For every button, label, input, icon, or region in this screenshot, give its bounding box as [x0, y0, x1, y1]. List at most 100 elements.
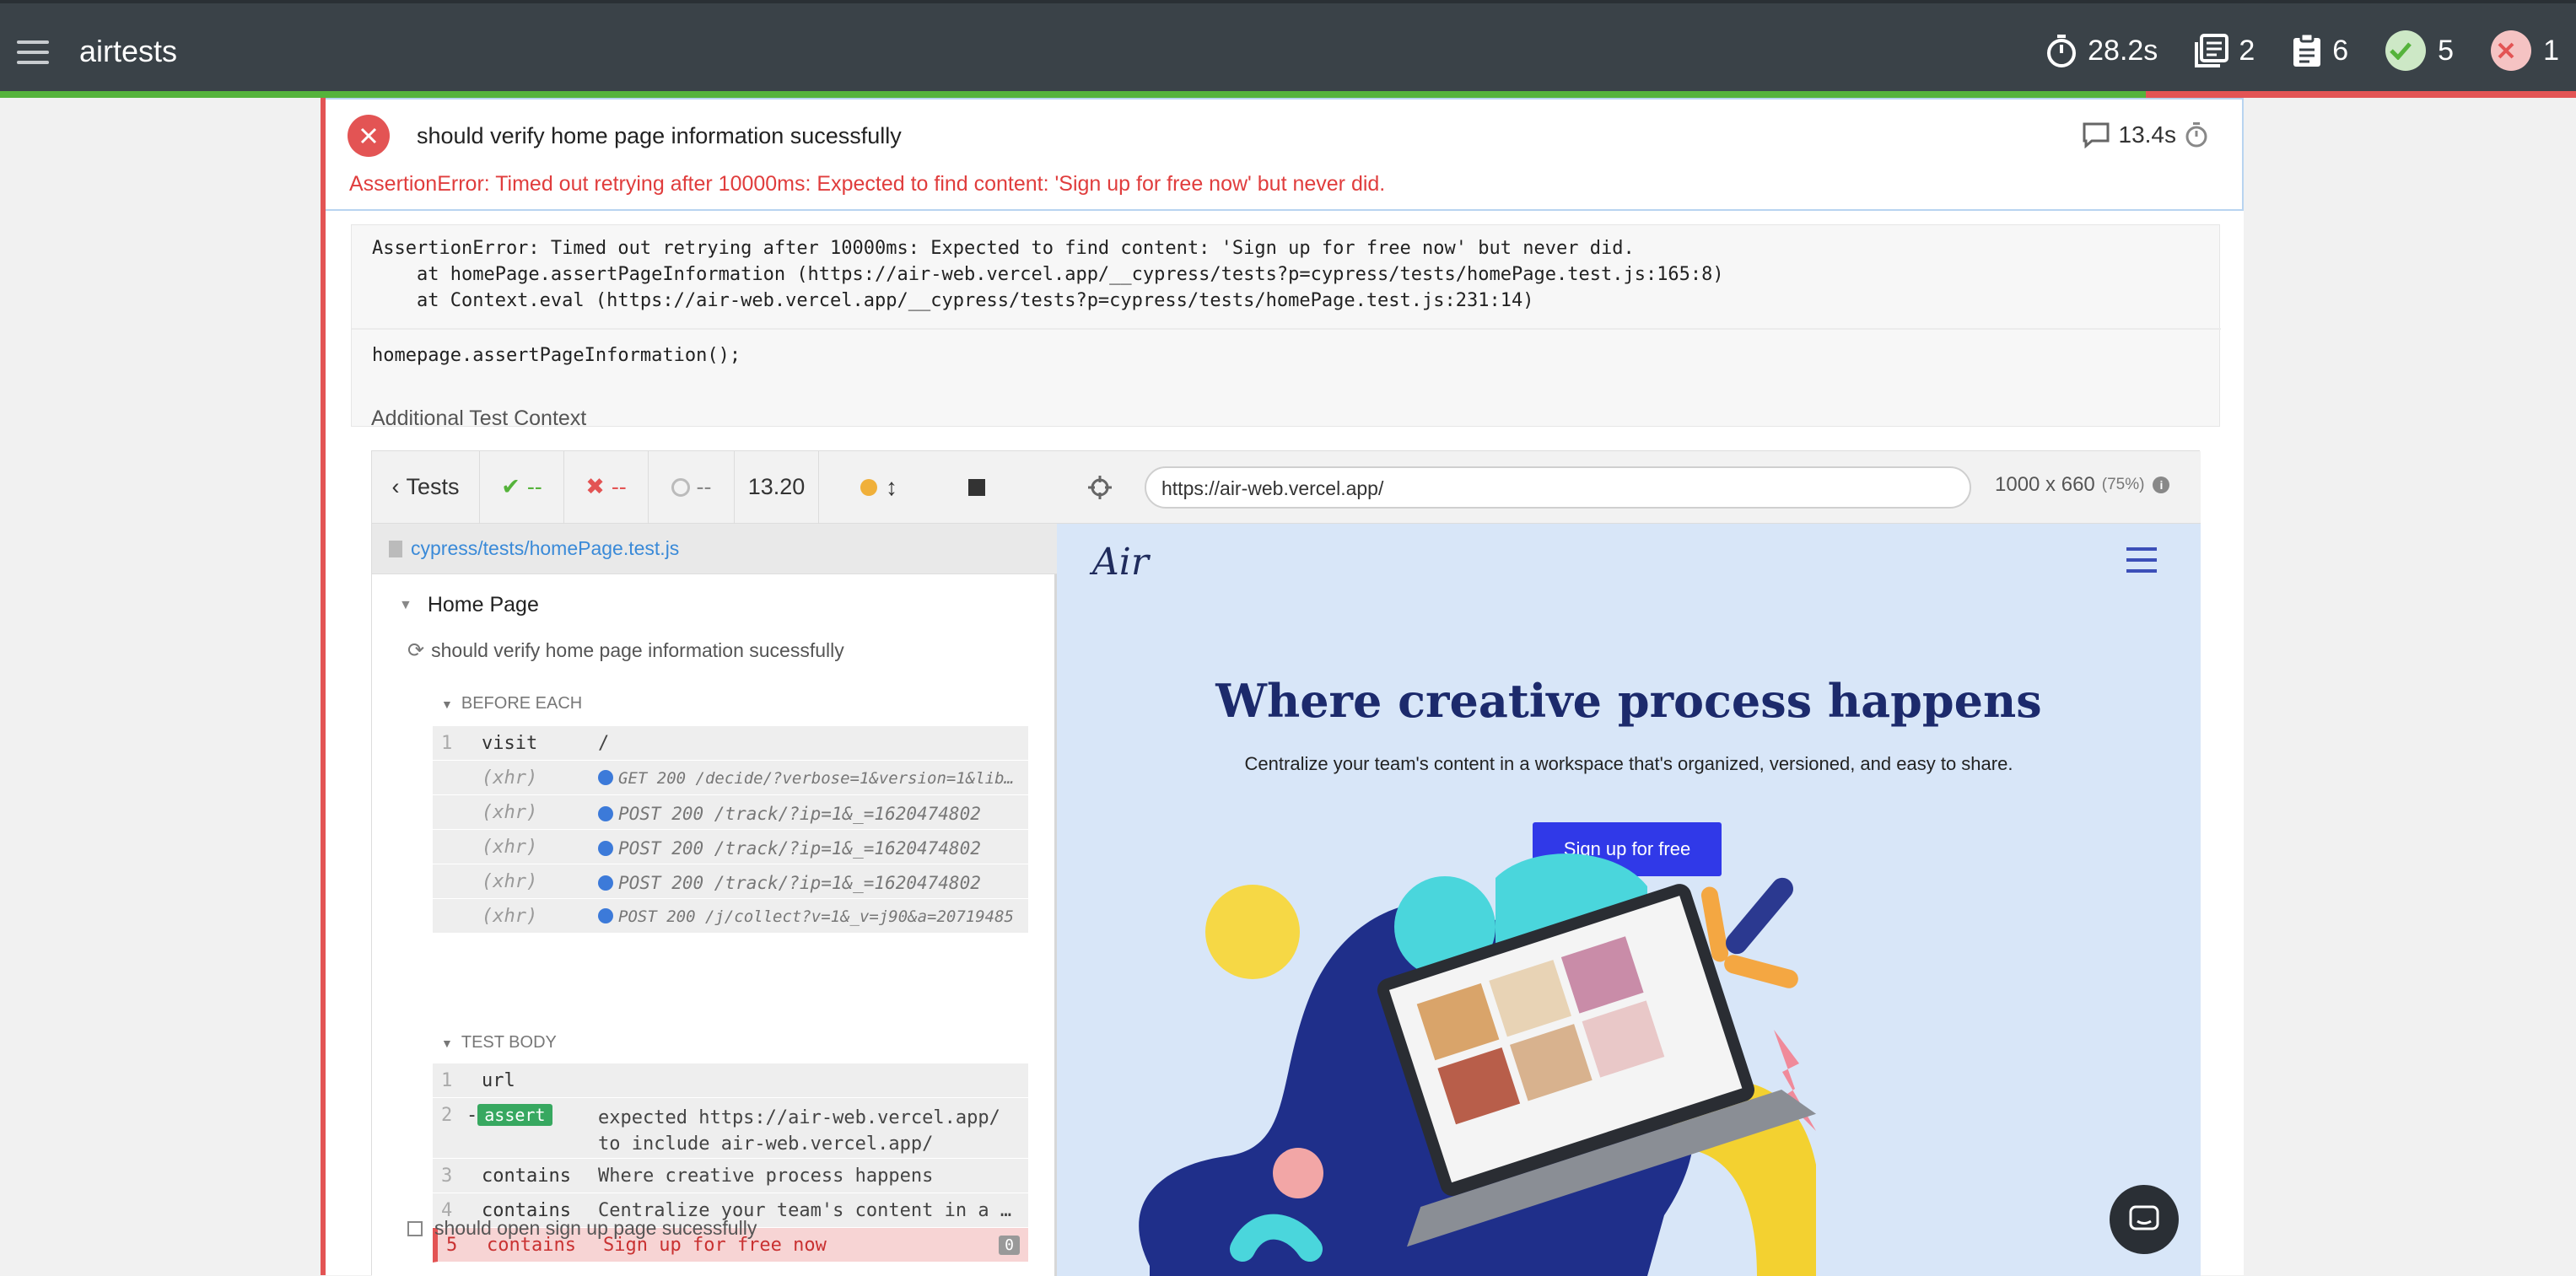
test-checkbox[interactable] [407, 1220, 423, 1236]
chat-icon [2129, 1205, 2159, 1230]
x-icon: ✖ [585, 474, 605, 499]
command-number: 1 [441, 733, 453, 754]
suite-title[interactable]: ▼ Home Page [399, 593, 539, 617]
assert-line-1: expected https://air-web.vercel.app/ [598, 1107, 1000, 1128]
passed-count: 5 [2438, 34, 2455, 67]
command-message: POST 200 /j/collect?v=1&_v=j90&a=2071948… [598, 907, 1020, 926]
run-progress-bar [0, 91, 2576, 98]
runner-test-title: should verify home page information suce… [431, 639, 844, 661]
clipboard-icon [2293, 33, 2321, 67]
tests-stat: 6 [2292, 33, 2348, 68]
stopwatch-icon [2047, 35, 2077, 67]
command-name: visit [482, 733, 538, 754]
xhr-row[interactable]: (xhr) POST 200 /track/?ip=1&_=1620474802 [433, 830, 1028, 864]
aut-url-input[interactable]: https://air-web.vercel.app/ [1145, 466, 1971, 509]
command-row[interactable]: 1 url [433, 1063, 1028, 1098]
spec-file-bar: cypress/tests/homePage.test.js [372, 524, 1057, 574]
reporter-pane: ‹ Tests ✔ -- ✖ -- -- 13.20 ↕ cypress/tes… [372, 450, 1057, 1276]
xhr-dot-icon [598, 908, 613, 923]
suite-label: Home Page [427, 593, 539, 616]
stack-trace-block: AssertionError: Timed out retrying after… [351, 224, 2221, 427]
xhr-row[interactable]: (xhr) POST 200 /j/collect?v=1&_v=j90&a=2… [433, 899, 1028, 934]
command-message: Where creative process happens [598, 1166, 934, 1187]
autoscroll-icon[interactable]: ↕ [886, 474, 897, 501]
comment-icon[interactable] [2082, 121, 2110, 148]
xhr-row[interactable]: (xhr) POST 200 /track/?ip=1&_=1620474802 [433, 795, 1028, 830]
viewport-scale: (75%) [2101, 476, 2145, 493]
duration-value: 28.2s [2088, 34, 2158, 67]
specs-stat: 2 [2195, 34, 2255, 67]
test-title-row[interactable]: ⟳ should verify home page information su… [407, 638, 844, 663]
failed-stat: 1 [2491, 30, 2559, 71]
reporter-toolbar: ‹ Tests ✔ -- ✖ -- -- 13.20 ↕ [372, 450, 1057, 524]
app-under-test: Air Where creative process happens Centr… [1057, 524, 2201, 1276]
spec-file-link[interactable]: cypress/tests/homePage.test.js [411, 537, 679, 560]
passed-counter-value: -- [526, 474, 542, 499]
progress-pass-fill [0, 91, 2146, 98]
command-message: / [598, 733, 610, 754]
command-name: url [482, 1070, 515, 1091]
test-duration-value: 13.4s [2118, 121, 2177, 148]
hero-illustration [1139, 853, 1817, 1276]
code-frame: homepage.assertPageInformation(); [372, 345, 741, 366]
command-row[interactable]: 1 visit / [433, 726, 1028, 761]
command-name: (xhr) [482, 871, 538, 892]
test-body-hook[interactable]: ▼ TEST BODY [441, 1033, 557, 1053]
assert-row[interactable]: 2 - assert expected https://air-web.verce… [433, 1098, 1028, 1159]
command-name: (xhr) [482, 802, 538, 823]
failed-counter: ✖ -- [564, 450, 649, 524]
command-name: (xhr) [482, 767, 538, 789]
command-row[interactable]: 3 contains Where creative process happen… [433, 1159, 1028, 1193]
selector-playground-icon[interactable] [1087, 475, 1113, 500]
runner-controls: ↕ [819, 451, 939, 524]
command-name: - assert [466, 1104, 552, 1126]
tests-back-button[interactable]: ‹ Tests [372, 450, 480, 524]
divider [352, 328, 2221, 330]
top-header: airtests 28.2s 2 6 5 1 [0, 0, 2576, 91]
error-message: AssertionError: Timed out retrying after… [349, 172, 1386, 196]
info-icon[interactable]: i [2153, 476, 2170, 493]
next-test-row[interactable]: should open sign up page sucessfully [407, 1217, 757, 1240]
test-header[interactable]: should verify home page information suce… [326, 98, 2244, 211]
pending-circle-icon [671, 477, 690, 497]
test-duration: 13.4s [2073, 121, 2218, 148]
before-each-label: BEFORE EACH [461, 694, 583, 713]
chevron-left-icon: ‹ [391, 474, 400, 499]
stack-trace: AssertionError: Timed out retrying after… [372, 238, 1724, 311]
failed-counter-value: -- [611, 474, 627, 499]
command-message: POST 200 /track/?ip=1&_=1620474802 [598, 804, 1020, 824]
xhr-dot-icon [598, 841, 613, 856]
additional-context-title: Additional Test Context [371, 406, 587, 430]
failed-status-icon [348, 115, 390, 157]
command-message: GET 200 /decide/?verbose=1&version=1&lib… [598, 769, 1020, 788]
aut-url-bar: https://air-web.vercel.app/ 1000 x 660 (… [1057, 451, 2201, 524]
before-each-hook[interactable]: ▼ BEFORE EACH [441, 694, 582, 713]
check-icon [2385, 30, 2427, 71]
x-icon [2491, 30, 2532, 71]
xhr-row[interactable]: (xhr) GET 200 /decide/?verbose=1&version… [433, 761, 1028, 795]
failed-count: 1 [2543, 34, 2559, 67]
specs-count: 2 [2239, 34, 2255, 67]
xhr-dot-icon [598, 770, 613, 785]
element-count-badge: 0 [999, 1236, 1020, 1255]
run-stats: 28.2s 2 6 5 1 [2008, 29, 2559, 73]
xhr-dot-icon [598, 806, 613, 821]
stop-button[interactable] [939, 451, 1015, 524]
command-number: 3 [441, 1166, 453, 1187]
caret-down-icon: ▼ [399, 597, 412, 612]
run-duration: 13.20 [735, 450, 819, 524]
test-body-label: TEST BODY [461, 1033, 557, 1052]
viewport-size: 1000 x 660 [1995, 473, 2095, 496]
hamburger-menu-icon[interactable] [17, 40, 49, 64]
stopwatch-icon [2185, 122, 2207, 148]
assert-badge: assert [477, 1104, 552, 1126]
runner-screenshot: ‹ Tests ✔ -- ✖ -- -- 13.20 ↕ cypress/tes… [371, 450, 2201, 1276]
passed-counter: ✔ -- [480, 450, 564, 524]
aut-pane: https://air-web.vercel.app/ 1000 x 660 (… [1057, 451, 2201, 1276]
assert-line-2: to include air-web.vercel.app/ [598, 1133, 934, 1155]
command-number: 1 [441, 1070, 453, 1091]
chat-button[interactable] [2110, 1185, 2179, 1254]
xhr-row[interactable]: (xhr) POST 200 /track/?ip=1&_=1620474802 [433, 864, 1028, 899]
passed-stat: 5 [2385, 30, 2454, 71]
command-message: POST 200 /track/?ip=1&_=1620474802 [598, 838, 1020, 859]
